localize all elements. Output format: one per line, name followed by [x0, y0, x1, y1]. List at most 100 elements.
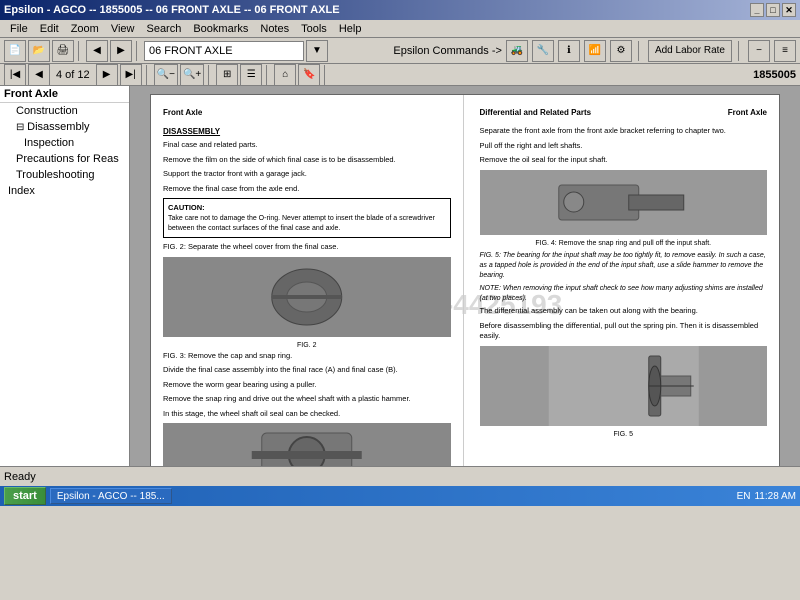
tree-construction[interactable]: Construction	[0, 103, 129, 119]
minimize-btn[interactable]: _	[750, 3, 764, 17]
right-p2: Pull off the right and left shafts.	[480, 141, 768, 152]
menu-search[interactable]: Search	[140, 22, 187, 36]
clock: 11:28 AM	[754, 491, 796, 502]
close-btn[interactable]: ✕	[782, 3, 796, 17]
right-section-title: Differential and Related Parts	[480, 107, 592, 118]
tree-disassembly[interactable]: Disassembly	[0, 119, 129, 135]
menu-file[interactable]: File	[4, 22, 34, 36]
add-labor-btn[interactable]: Add Labor Rate	[648, 40, 732, 62]
nav-bookmark-btn[interactable]: 🔖	[298, 64, 320, 86]
nav-home-btn[interactable]: ⌂	[274, 64, 296, 86]
tb-gear-btn[interactable]: ⚙	[610, 40, 632, 62]
left-panel: Front Axle Construction Disassembly Insp…	[0, 86, 130, 466]
taskbar: start Epsilon - AGCO -- 185... EN 11:28 …	[0, 486, 800, 506]
left-section-title: DISASSEMBLY	[163, 126, 451, 137]
right-diff2: Before disassembling the differential, p…	[480, 321, 768, 342]
menu-help[interactable]: Help	[333, 22, 368, 36]
fig3-d3: Remove the snap ring and drive out the w…	[163, 394, 451, 405]
sep6	[208, 65, 212, 85]
caution-box: CAUTION: Take care not to damage the O-r…	[163, 198, 451, 238]
sep5	[146, 65, 150, 85]
tb-new-btn[interactable]: 📄	[4, 40, 26, 62]
tree-index[interactable]: Index	[0, 183, 129, 199]
start-button[interactable]: start	[4, 487, 46, 505]
fig2-image	[163, 257, 451, 337]
caution-text: Take care not to damage the O-ring. Neve…	[168, 214, 446, 234]
lang-indicator: EN	[737, 491, 751, 502]
nav-zoom-in-btn[interactable]: 🔍+	[180, 64, 204, 86]
tb-flag-btn[interactable]: 🔧	[532, 40, 554, 62]
nav-prev-btn[interactable]: ◀	[28, 64, 50, 86]
sep7	[266, 65, 270, 85]
left-p3: Support the tractor front with a garage …	[163, 169, 451, 180]
fig5-label: FIG. 5	[480, 430, 768, 440]
menu-notes[interactable]: Notes	[254, 22, 295, 36]
content-area[interactable]: Stock-4425193 Front Axle DISASSEMBLY Fin…	[130, 86, 800, 466]
tree-root-label: Front Axle	[0, 86, 129, 103]
nav-first-btn[interactable]: |◀	[4, 64, 26, 86]
fig5-image	[480, 346, 768, 426]
menu-view[interactable]: View	[105, 22, 141, 36]
right-note2: NOTE: When removing the input shaft chec…	[480, 284, 768, 304]
tb-info-btn[interactable]: ℹ	[558, 40, 580, 62]
tb-print-btn[interactable]: 🖨	[52, 40, 74, 62]
left-p2: Remove the film on the side of which fin…	[163, 155, 451, 166]
left-header-title: Front Axle	[163, 107, 202, 118]
sep4	[738, 41, 742, 61]
menu-bookmarks[interactable]: Bookmarks	[187, 22, 254, 36]
sep3	[638, 41, 642, 61]
page-info: 4 of 12	[52, 69, 94, 81]
nav-layout2-btn[interactable]: ☰	[240, 64, 262, 86]
toolbar1: 📄 📂 🖨 ◀ ▶ ▼ Epsilon Commands -> 🚜 🔧 ℹ 📶 …	[0, 38, 800, 64]
epsilon-label: Epsilon Commands ->	[393, 45, 502, 57]
status-bar: Ready	[0, 466, 800, 486]
left-p4: Remove the final case from the axle end.	[163, 184, 451, 195]
fig4-label: FIG. 4: Remove the snap ring and pull of…	[480, 239, 768, 249]
fig3-image	[163, 423, 451, 466]
tree-inspection[interactable]: Inspection	[0, 135, 129, 151]
sep8	[324, 65, 328, 85]
title-text: Epsilon - AGCO -- 1855005 -- 06 FRONT AX…	[4, 4, 340, 16]
taskbar-app-item[interactable]: Epsilon - AGCO -- 185...	[50, 488, 172, 504]
nav-layout-btn[interactable]: ⊞	[216, 64, 238, 86]
sep2	[136, 41, 140, 61]
maximize-btn[interactable]: □	[766, 3, 780, 17]
left-p1: Final case and related parts.	[163, 140, 451, 151]
right-p1: Separate the front axle from the front a…	[480, 126, 768, 137]
caution-title: CAUTION:	[168, 203, 446, 214]
book-pages: Stock-4425193 Front Axle DISASSEMBLY Fin…	[150, 94, 780, 466]
fig3-d4: In this stage, the wheel shaft oil seal …	[163, 409, 451, 420]
menu-bar: File Edit Zoom View Search Bookmarks Not…	[0, 20, 800, 38]
epsilon-commands-area: Epsilon Commands -> 🚜 🔧 ℹ 📶 ⚙ Add Labor …	[393, 40, 796, 62]
nav-toolbar: |◀ ◀ 4 of 12 ▶ ▶| 🔍− 🔍+ ⊞ ☰ ⌂ 🔖 1855005	[0, 64, 800, 86]
tb-tractor-btn[interactable]: 🚜	[506, 40, 528, 62]
tb-bluetooth-btn[interactable]: 📶	[584, 40, 606, 62]
fig4-image	[480, 170, 768, 235]
right-page: Differential and Related Parts Front Axl…	[468, 95, 780, 466]
sep1	[78, 41, 82, 61]
tree-troubleshooting[interactable]: Troubleshooting	[0, 167, 129, 183]
tb-forward-btn[interactable]: ▶	[110, 40, 132, 62]
taskbar-right: EN 11:28 AM	[737, 491, 796, 502]
menu-tools[interactable]: Tools	[295, 22, 333, 36]
right-header-title: Front Axle	[728, 107, 767, 118]
nav-zoom-out-btn[interactable]: 🔍−	[154, 64, 178, 86]
tb-back-btn[interactable]: ◀	[86, 40, 108, 62]
tb-open-btn[interactable]: 📂	[28, 40, 50, 62]
menu-zoom[interactable]: Zoom	[65, 22, 105, 36]
fig3-d2: Remove the worm gear bearing using a pul…	[163, 380, 451, 391]
fig2-caption: FIG. 2: Separate the wheel cover from th…	[163, 242, 451, 253]
window-controls[interactable]: _ □ ✕	[750, 3, 796, 17]
tree-precautions[interactable]: Precautions for Reas	[0, 151, 129, 167]
tb-minus-btn[interactable]: −	[748, 40, 770, 62]
tb-settings-btn[interactable]: ≡	[774, 40, 796, 62]
menu-edit[interactable]: Edit	[34, 22, 65, 36]
right-p3: Remove the oil seal for the input shaft.	[480, 155, 768, 166]
doc-id: 1855005	[753, 69, 796, 81]
nav-last-btn[interactable]: ▶|	[120, 64, 142, 86]
left-page: Front Axle DISASSEMBLY Final case and re…	[151, 95, 464, 466]
nav-next-btn[interactable]: ▶	[96, 64, 118, 86]
location-input[interactable]	[144, 41, 304, 61]
tb-go-btn[interactable]: ▼	[306, 40, 328, 62]
sys-tray: EN 11:28 AM	[737, 491, 796, 502]
